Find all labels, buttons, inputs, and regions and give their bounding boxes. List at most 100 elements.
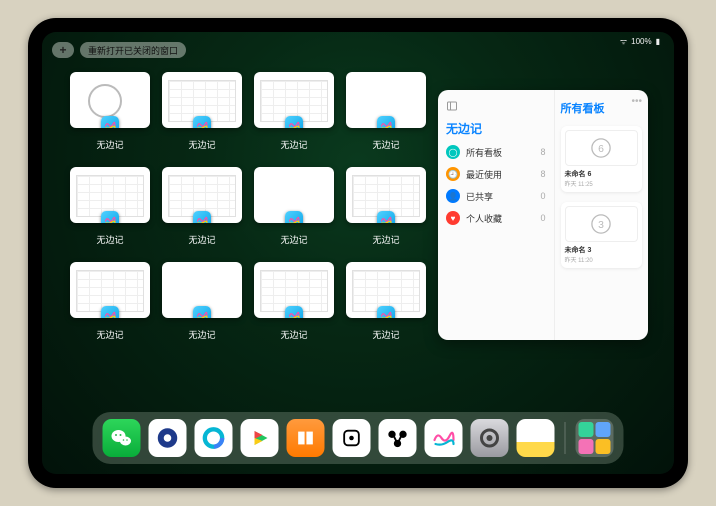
dock-books-icon[interactable] — [287, 419, 325, 457]
window-thumbnail — [162, 262, 242, 318]
board-time: 昨天 11:25 — [565, 179, 639, 188]
wifi-icon: ᯤ — [620, 36, 627, 47]
window-tile[interactable]: 无边记 — [162, 167, 242, 246]
dock-dice-icon[interactable] — [333, 419, 371, 457]
window-tile[interactable]: 无边记 — [162, 262, 242, 341]
app-badge-icon — [285, 211, 303, 223]
circle-icon: ◯ — [446, 145, 460, 159]
svg-text:6: 6 — [598, 144, 604, 155]
window-tile[interactable]: 无边记 — [70, 262, 150, 341]
category-count: 8 — [540, 169, 545, 179]
dock — [93, 412, 624, 464]
board-thumbnail: 3 — [565, 206, 639, 242]
dock-settings-icon[interactable] — [471, 419, 509, 457]
app-badge-icon — [193, 306, 211, 318]
window-label: 无边记 — [188, 233, 215, 246]
battery-icon: ▮ — [656, 37, 660, 46]
app-badge-icon — [285, 306, 303, 318]
app-badge-icon — [101, 211, 119, 223]
dock-connect-icon[interactable] — [379, 419, 417, 457]
dock-freeform-icon[interactable] — [425, 419, 463, 457]
window-label: 无边记 — [96, 328, 123, 341]
category-count: 8 — [540, 147, 545, 157]
panel-left: 无边记 ◯ 所有看板 8🕘 最近使用 8👤 已共享 0♥ 个人收藏 0 — [438, 90, 554, 340]
window-tile[interactable]: 无边记 — [254, 167, 334, 246]
window-thumbnail — [346, 167, 426, 223]
category-item[interactable]: 👤 已共享 0 — [446, 189, 546, 203]
top-controls: + 重新打开已关闭的窗口 — [52, 42, 186, 58]
category-count: 0 — [540, 191, 545, 201]
reopen-closed-button[interactable]: 重新打开已关闭的窗口 — [80, 42, 186, 58]
window-thumbnail — [254, 72, 334, 128]
status-bar: ᯤ 100% ▮ — [620, 36, 660, 47]
app-badge-icon — [377, 116, 395, 128]
window-label: 无边记 — [372, 138, 399, 151]
window-thumbnail — [70, 262, 150, 318]
heart-icon: ♥ — [446, 211, 460, 225]
sidebar-panel: 无边记 ◯ 所有看板 8🕘 最近使用 8👤 已共享 0♥ 个人收藏 0 ••• … — [438, 90, 648, 340]
window-tile[interactable]: 无边记 — [346, 262, 426, 341]
ipad-frame: ᯤ 100% ▮ + 重新打开已关闭的窗口 无边记无边记无边记无边记无边记无边记… — [28, 18, 688, 488]
window-thumbnail — [70, 167, 150, 223]
app-badge-icon — [377, 306, 395, 318]
app-badge-icon — [101, 116, 119, 128]
board-card[interactable]: 6 未命名 6 昨天 11:25 — [561, 126, 643, 192]
window-thumbnail — [162, 167, 242, 223]
panel-title: 无边记 — [446, 120, 546, 137]
clock-icon: 🕘 — [446, 167, 460, 181]
app-badge-icon — [193, 116, 211, 128]
window-label: 无边记 — [280, 233, 307, 246]
board-thumbnail: 6 — [565, 130, 639, 166]
window-label: 无边记 — [280, 328, 307, 341]
window-tile[interactable]: 无边记 — [70, 72, 150, 151]
window-tile[interactable]: 无边记 — [346, 167, 426, 246]
window-tile[interactable]: 无边记 — [70, 167, 150, 246]
category-label: 最近使用 — [466, 168, 534, 181]
app-badge-icon — [285, 116, 303, 128]
dock-play-icon[interactable] — [241, 419, 279, 457]
board-list: 6 未命名 6 昨天 11:25 3 未命名 3 昨天 11:20 — [561, 126, 643, 268]
window-label: 无边记 — [96, 138, 123, 151]
category-count: 0 — [540, 213, 545, 223]
screen: ᯤ 100% ▮ + 重新打开已关闭的窗口 无边记无边记无边记无边记无边记无边记… — [42, 32, 674, 474]
app-badge-icon — [377, 211, 395, 223]
category-item[interactable]: ◯ 所有看板 8 — [446, 145, 546, 159]
more-icon[interactable]: ••• — [631, 96, 642, 107]
person-icon: 👤 — [446, 189, 460, 203]
window-tile[interactable]: 无边记 — [254, 72, 334, 151]
window-tile[interactable]: 无边记 — [254, 262, 334, 341]
window-thumbnail — [254, 262, 334, 318]
category-item[interactable]: ♥ 个人收藏 0 — [446, 211, 546, 225]
category-list: ◯ 所有看板 8🕘 最近使用 8👤 已共享 0♥ 个人收藏 0 — [446, 145, 546, 225]
board-name: 未命名 6 — [565, 169, 639, 179]
app-badge-icon — [101, 306, 119, 318]
dock-separator — [565, 422, 566, 454]
window-label: 无边记 — [188, 138, 215, 151]
window-tile[interactable]: 无边记 — [162, 72, 242, 151]
board-name: 未命名 3 — [565, 245, 639, 255]
window-thumbnail — [254, 167, 334, 223]
window-label: 无边记 — [372, 233, 399, 246]
window-grid: 无边记无边记无边记无边记无边记无边记无边记无边记无边记无边记无边记无边记 — [70, 72, 430, 341]
window-label: 无边记 — [188, 328, 215, 341]
dock-browser1-icon[interactable] — [149, 419, 187, 457]
category-label: 所有看板 — [466, 146, 534, 159]
new-window-button[interactable]: + — [52, 42, 74, 58]
panel-header — [446, 100, 546, 112]
app-badge-icon — [193, 211, 211, 223]
window-tile[interactable]: 无边记 — [346, 72, 426, 151]
window-label: 无边记 — [280, 138, 307, 151]
window-thumbnail — [162, 72, 242, 128]
dock-notes-icon[interactable] — [517, 419, 555, 457]
dock-wechat-icon[interactable] — [103, 419, 141, 457]
category-label: 个人收藏 — [466, 212, 534, 225]
dock-recent-group[interactable] — [576, 419, 614, 457]
window-thumbnail — [70, 72, 150, 128]
board-time: 昨天 11:20 — [565, 255, 639, 264]
board-card[interactable]: 3 未命名 3 昨天 11:20 — [561, 202, 643, 268]
category-label: 已共享 — [466, 190, 534, 203]
battery-text: 100% — [631, 37, 651, 46]
sidebar-icon — [446, 100, 458, 112]
category-item[interactable]: 🕘 最近使用 8 — [446, 167, 546, 181]
dock-browser2-icon[interactable] — [195, 419, 233, 457]
